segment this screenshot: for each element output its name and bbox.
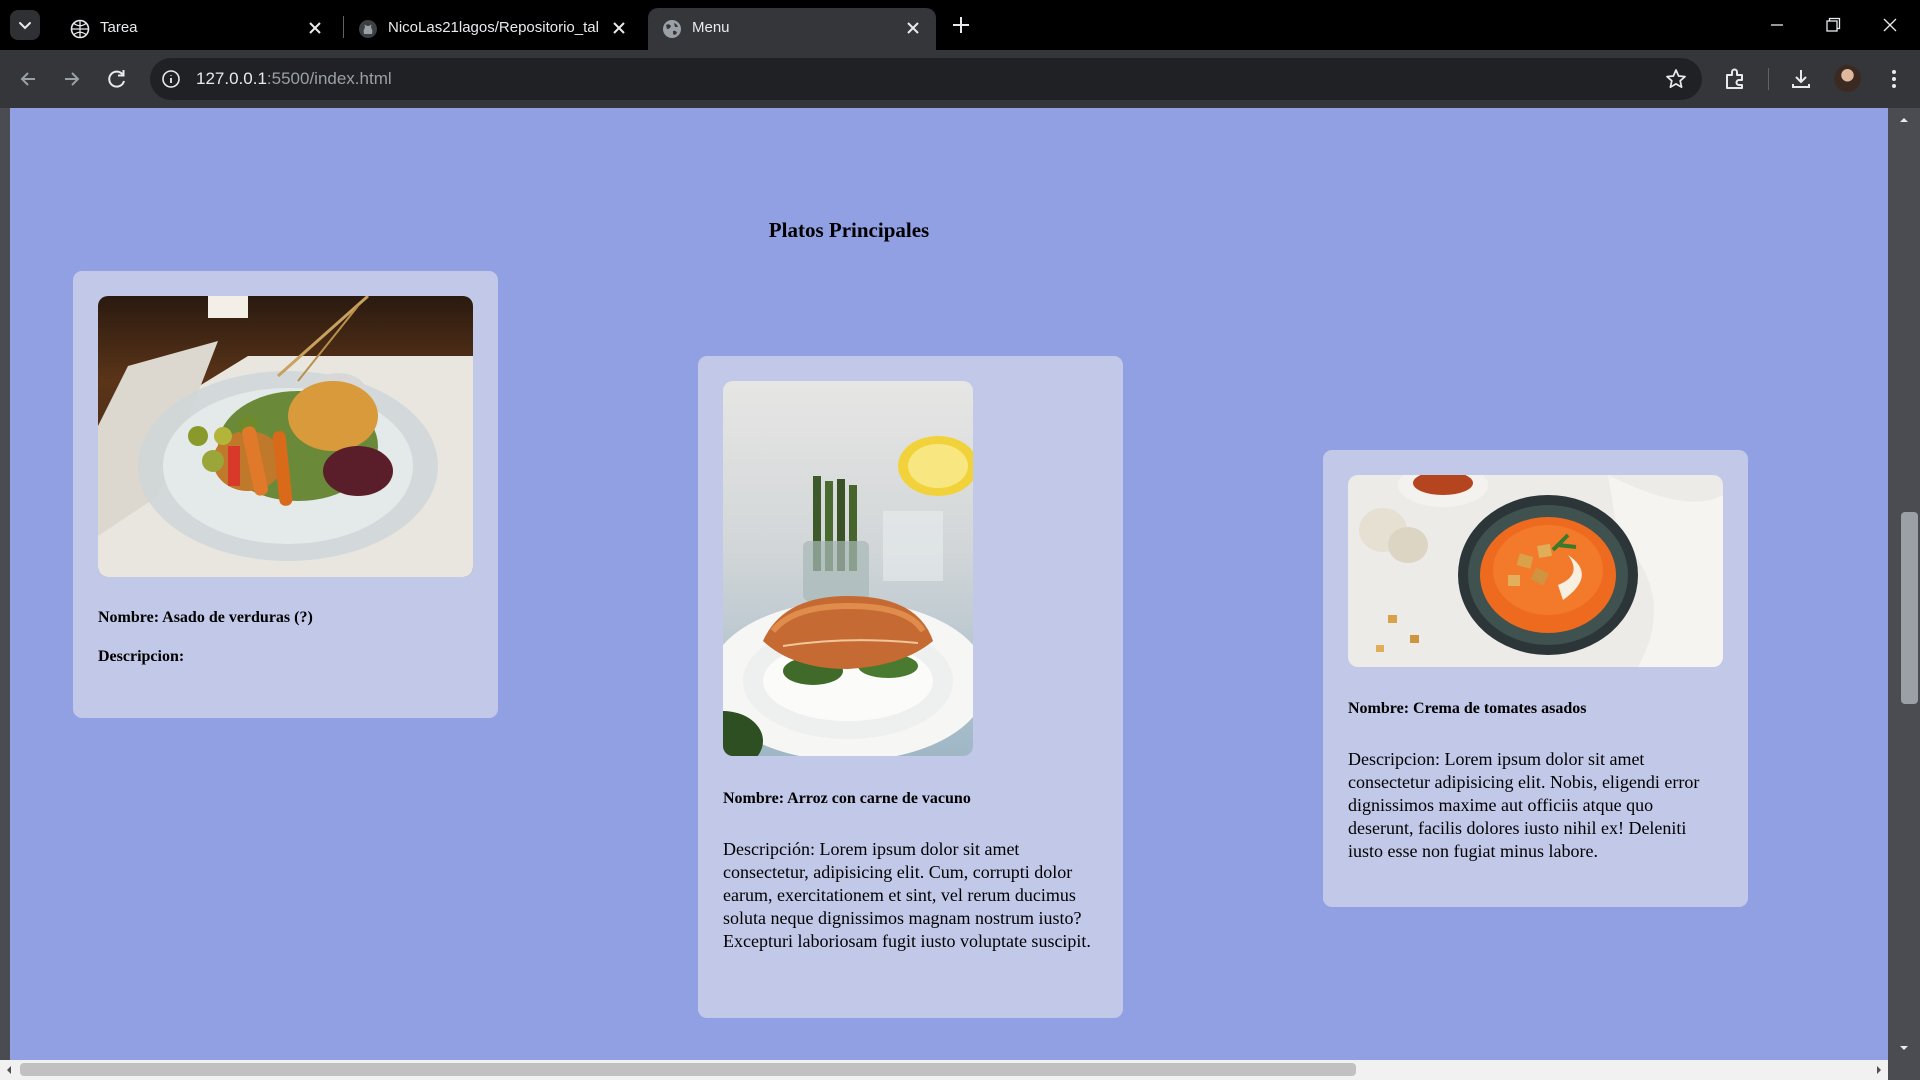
tab-github-repo[interactable]: NicoLas21lagos/Repositorio_tal — [344, 8, 642, 50]
dish-description: Descripcion: Lorem ipsum dolor sit amet … — [1348, 749, 1700, 861]
toolbar-divider — [1768, 68, 1769, 90]
scroll-right-arrow-icon[interactable] — [1874, 1065, 1884, 1075]
horizontal-scrollbar[interactable] — [0, 1060, 1888, 1080]
chevron-down-icon — [19, 22, 31, 30]
download-icon[interactable] — [1787, 65, 1815, 93]
dish-card: Nombre: Asado de verduras (?) Descripcio… — [73, 271, 498, 718]
github-icon — [359, 20, 377, 38]
tab-title: Menu — [692, 19, 730, 36]
more-menu-icon[interactable] — [1880, 65, 1908, 93]
close-window-icon[interactable] — [1877, 12, 1903, 38]
horizontal-scroll-thumb[interactable] — [20, 1063, 1356, 1076]
world-icon — [663, 20, 681, 38]
dish-photo-grilled-vegetables — [98, 296, 473, 577]
tab-title: NicoLas21lagos/Repositorio_tal — [388, 19, 599, 36]
dish-name: Nombre: Arroz con carne de vacuno — [723, 790, 971, 807]
reload-icon[interactable] — [102, 64, 132, 94]
url-path: :5500/index.html — [266, 69, 392, 88]
browser-toolbar: 127.0.0.1:5500/index.html — [0, 50, 1920, 108]
close-icon[interactable] — [902, 17, 924, 39]
back-arrow-icon[interactable] — [13, 64, 43, 94]
scroll-left-arrow-icon[interactable] — [4, 1065, 14, 1075]
dish-card: Nombre: Crema de tomates asados Descripc… — [1323, 450, 1748, 907]
profile-avatar[interactable] — [1834, 65, 1861, 92]
vertical-scrollbar[interactable] — [1888, 108, 1920, 1060]
page-viewport: Platos Principales Nombre: Asado de verd… — [0, 108, 1920, 1080]
site-info-icon[interactable] — [160, 68, 182, 90]
menu-page: Platos Principales Nombre: Asado de verd… — [10, 108, 1888, 1060]
restore-icon[interactable] — [1820, 12, 1846, 38]
new-tab-icon[interactable] — [948, 12, 974, 38]
dish-photo-tomato-soup — [1348, 475, 1723, 667]
address-bar[interactable]: 127.0.0.1:5500/index.html — [150, 58, 1702, 100]
tab-menu[interactable]: Menu — [648, 8, 936, 50]
dish-photo-salmon-rice — [723, 381, 973, 756]
dish-description: Descripcion: — [98, 648, 185, 665]
close-icon[interactable] — [608, 17, 630, 39]
minimize-icon[interactable] — [1764, 12, 1790, 38]
forward-arrow-icon[interactable] — [57, 64, 87, 94]
scroll-down-arrow-icon[interactable] — [1898, 1042, 1910, 1054]
tab-tarea[interactable]: Tarea — [56, 8, 338, 50]
extensions-icon[interactable] — [1721, 65, 1749, 93]
scroll-up-arrow-icon[interactable] — [1898, 114, 1910, 126]
url-host: 127.0.0.1 — [196, 69, 267, 88]
tab-strip: Tarea NicoLas21lagos/Repositorio_tal Men… — [0, 0, 1920, 50]
close-icon[interactable] — [304, 17, 326, 39]
dish-name: Nombre: Asado de verduras (?) — [98, 609, 313, 626]
url-text[interactable]: 127.0.0.1:5500/index.html — [196, 69, 392, 89]
vertical-scroll-thumb[interactable] — [1901, 512, 1918, 704]
dish-description: Descripción: Lorem ipsum dolor sit amet … — [723, 839, 1091, 951]
section-title: Platos Principales — [768, 218, 930, 242]
dish-name: Nombre: Crema de tomates asados — [1348, 700, 1587, 717]
bookmark-star-icon[interactable] — [1664, 67, 1688, 91]
globe-icon — [70, 19, 90, 39]
tab-title: Tarea — [100, 19, 138, 36]
tab-search-button[interactable] — [10, 10, 40, 40]
dish-card: Nombre: Arroz con carne de vacuno Descri… — [698, 356, 1123, 1018]
